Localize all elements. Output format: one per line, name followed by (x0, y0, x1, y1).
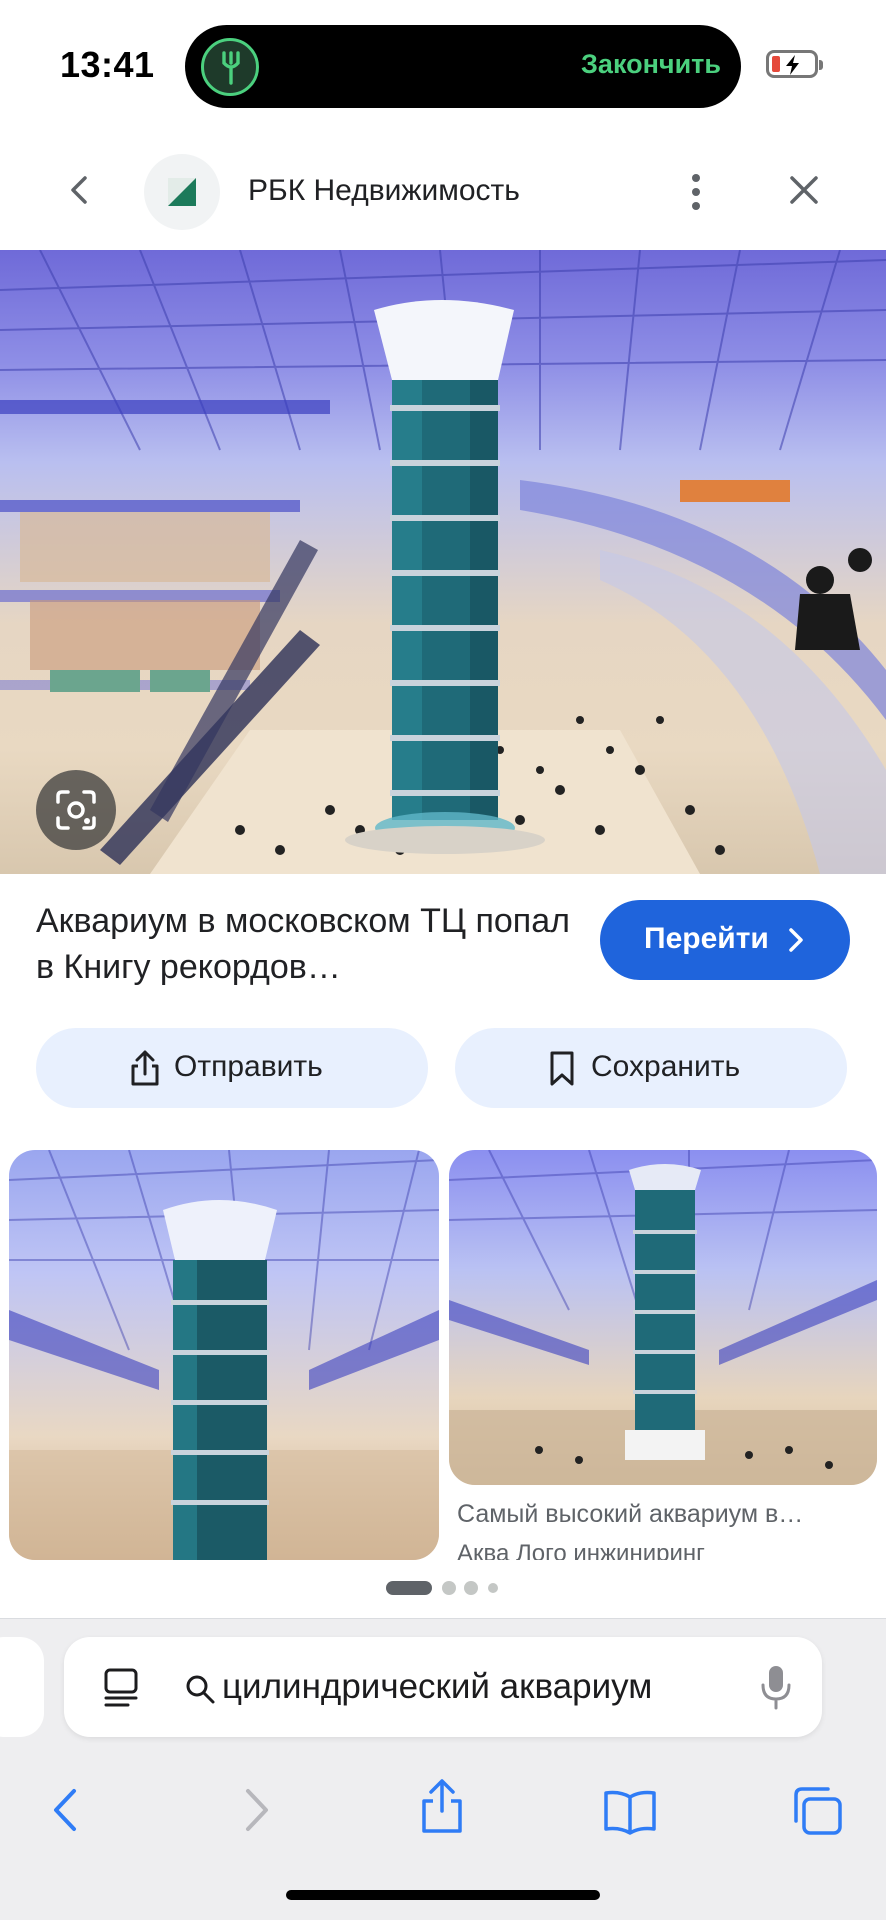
share-icon (131, 1050, 159, 1086)
save-button[interactable]: Сохранить (455, 1028, 847, 1108)
page-dot-active (386, 1581, 432, 1595)
back-chevron-icon[interactable] (60, 170, 100, 210)
tabs-icon[interactable] (790, 1785, 844, 1837)
google-lens-button[interactable] (36, 770, 116, 850)
address-bar[interactable]: цилиндрический аквариум (64, 1637, 822, 1737)
aquarium-mall-photo (0, 250, 886, 874)
main-image[interactable] (0, 250, 886, 874)
related-image-1[interactable] (9, 1150, 439, 1560)
browser-toolbar (0, 1759, 886, 1859)
home-indicator[interactable] (286, 1890, 600, 1900)
address-text[interactable]: цилиндрический аквариум (222, 1667, 762, 1707)
page-menu-icon[interactable] (102, 1667, 140, 1707)
page-dot (442, 1581, 456, 1595)
source-name[interactable]: РБК Недвижимость (248, 174, 520, 208)
source-header: РБК Недвижимость (0, 140, 886, 240)
fork-icon (201, 38, 259, 96)
search-icon (186, 1675, 215, 1704)
forward-arrow-icon[interactable] (240, 1785, 274, 1835)
page-dot (488, 1583, 498, 1593)
page-dot (464, 1581, 478, 1595)
share-label: Отправить (174, 1050, 323, 1083)
status-bar: 13:41 Закончить (0, 0, 886, 120)
related-images: Самый высокий аквариум в… Аква Лого инжи… (0, 1150, 886, 1560)
related-image-2-source: Аква Лого инжиниринг (457, 1540, 705, 1560)
visit-button[interactable]: Перейти (600, 900, 850, 980)
visit-button-label: Перейти (644, 922, 769, 955)
previous-tab-peek[interactable] (0, 1637, 44, 1737)
share-button[interactable]: Отправить (36, 1028, 428, 1108)
battery-icon (766, 50, 823, 78)
share-sheet-icon[interactable] (418, 1777, 466, 1835)
dynamic-island-live-activity[interactable]: Закончить (185, 25, 741, 108)
chevron-right-icon (789, 928, 803, 952)
lens-icon (56, 790, 96, 830)
clock: 13:41 (60, 44, 155, 85)
bookmark-icon (550, 1051, 574, 1086)
end-activity-button[interactable]: Закончить (581, 49, 721, 80)
related-image-2[interactable] (449, 1150, 877, 1485)
back-arrow-icon[interactable] (48, 1785, 82, 1835)
result-title[interactable]: Аквариум в московском ТЦ попал в Книгу р… (36, 898, 576, 990)
save-label: Сохранить (591, 1050, 741, 1083)
close-icon[interactable] (784, 170, 824, 210)
related-image-2-caption[interactable]: Самый высокий аквариум в… (457, 1500, 803, 1529)
browser-bottom-bar: цилиндрический аквариум (0, 1618, 886, 1920)
bookmarks-icon[interactable] (602, 1789, 658, 1835)
source-logo (144, 154, 220, 230)
more-vert-icon[interactable] (684, 170, 708, 214)
microphone-icon[interactable] (758, 1663, 794, 1711)
